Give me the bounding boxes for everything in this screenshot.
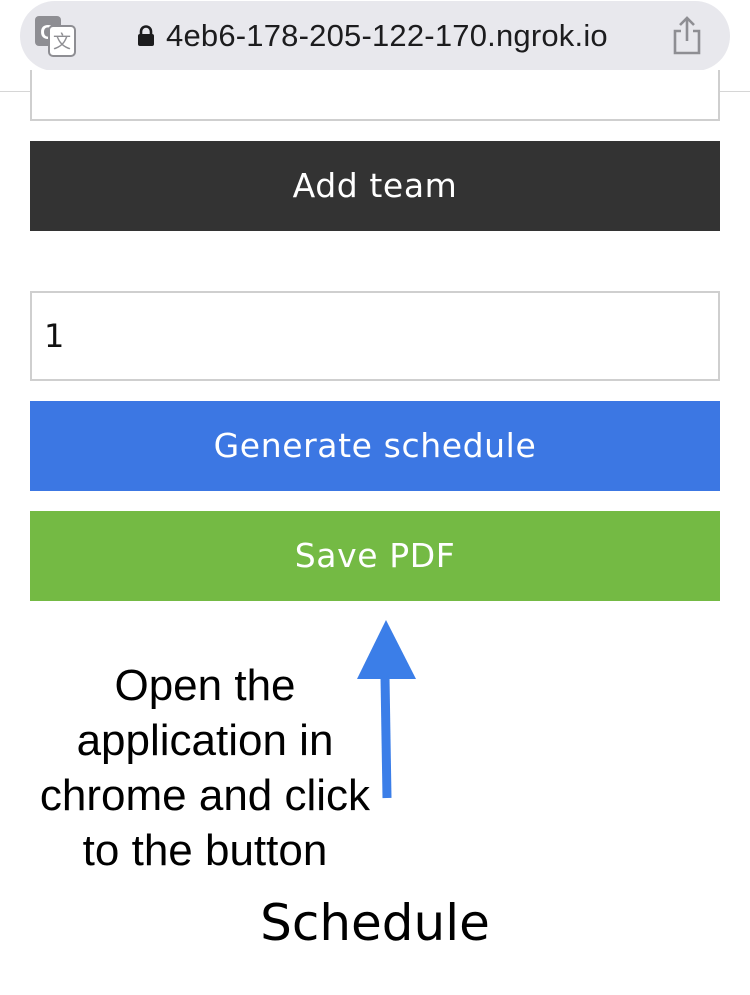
generate-schedule-button[interactable]: Generate schedule — [30, 401, 720, 491]
address-bar[interactable]: G 文 4eb6-178-205-122-170.ngrok.io — [20, 1, 730, 71]
save-pdf-button[interactable]: Save PDF — [30, 511, 720, 601]
translate-icon[interactable]: G 文 — [34, 15, 76, 57]
instruction-line: to the button — [82, 826, 328, 875]
lock-icon — [138, 25, 154, 46]
team-name-input[interactable] — [30, 70, 720, 121]
schedule-caption: Schedule — [260, 894, 490, 952]
url-text[interactable]: 4eb6-178-205-122-170.ngrok.io — [166, 15, 608, 57]
instruction-note: Open the application in chrome and click… — [10, 658, 400, 878]
add-team-button[interactable]: Add team — [30, 141, 720, 231]
svg-text:文: 文 — [53, 32, 71, 53]
instruction-line: application in — [76, 716, 334, 765]
number-input[interactable] — [30, 291, 720, 381]
share-icon[interactable] — [670, 16, 704, 56]
instruction-line: Open the — [114, 661, 296, 710]
instruction-line: chrome and click — [39, 771, 371, 820]
